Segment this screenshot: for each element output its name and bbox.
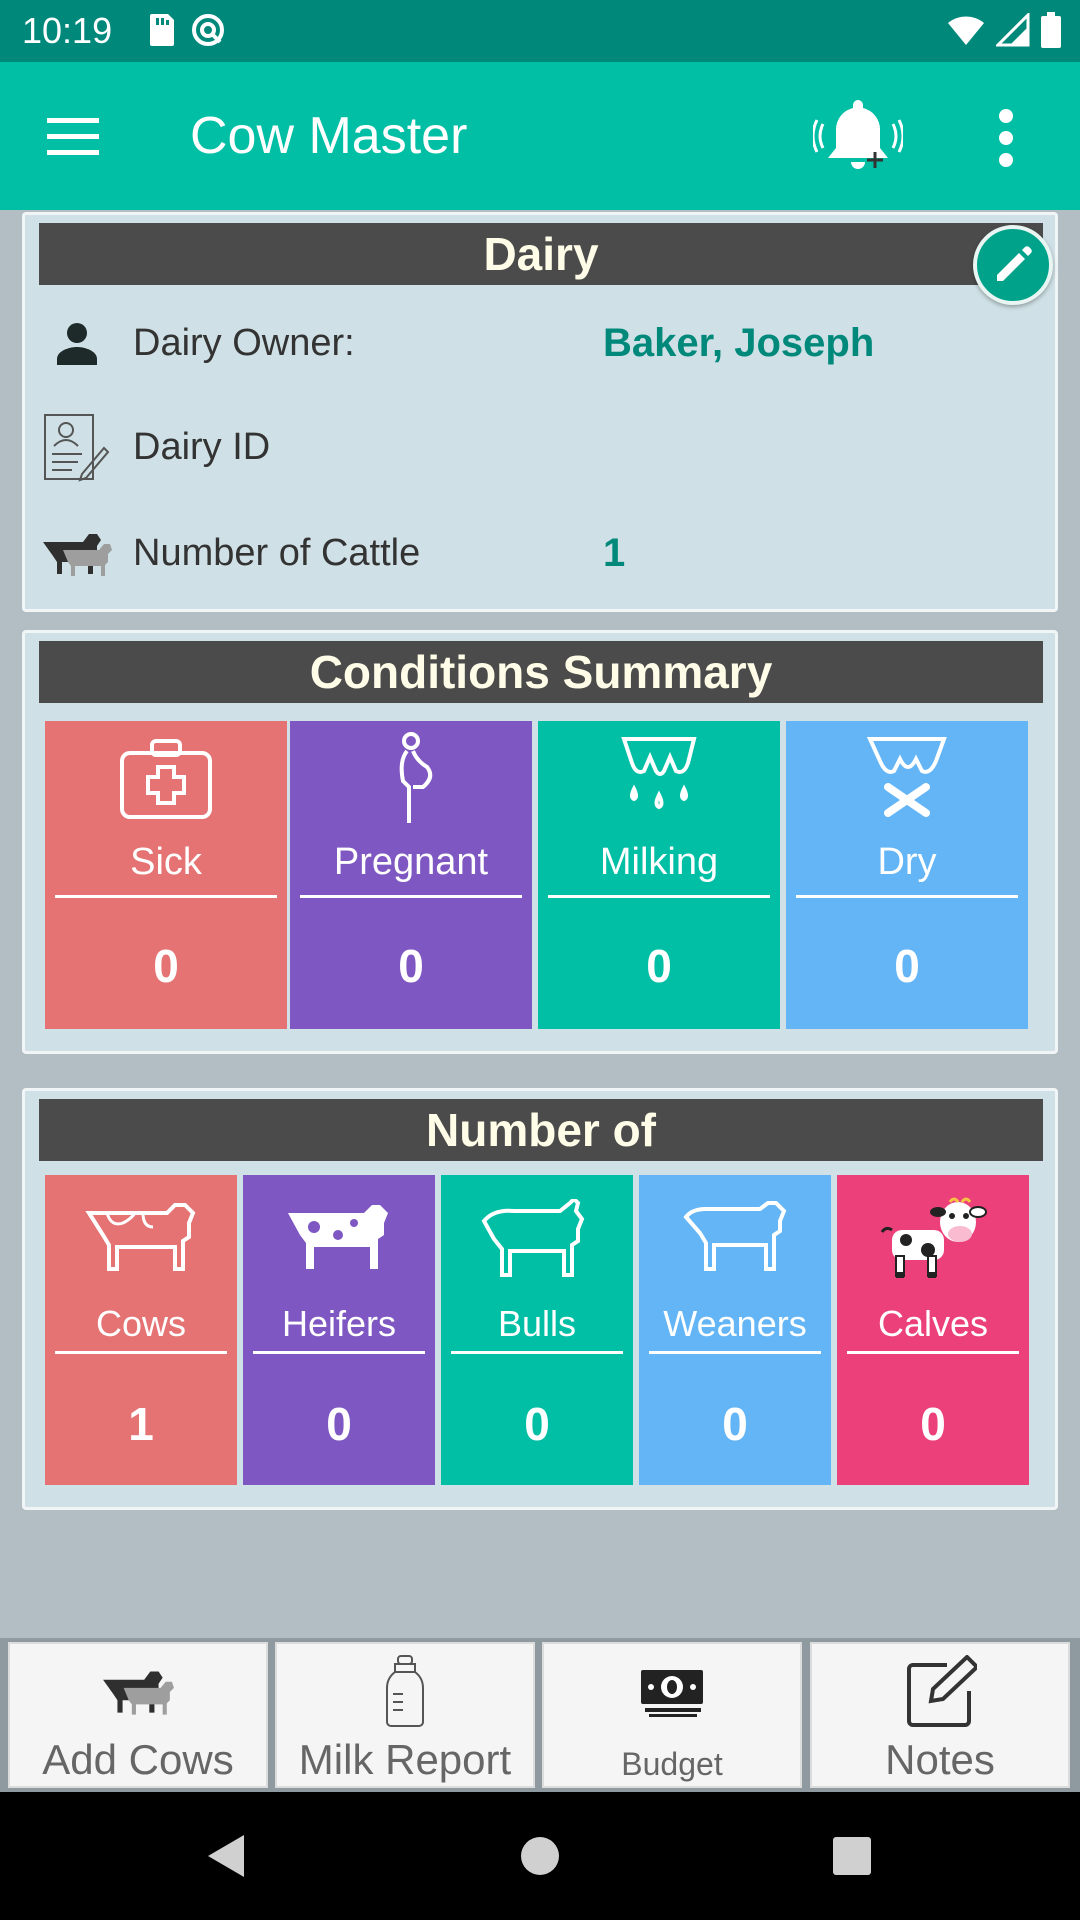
- pregnant-icon: [290, 729, 532, 829]
- money-icon: [544, 1652, 800, 1730]
- count-tile-calves[interactable]: Calves 0: [837, 1175, 1029, 1485]
- sd-card-icon: [146, 12, 176, 53]
- add-reminder-button[interactable]: [808, 92, 908, 182]
- button-label: Budget: [621, 1746, 723, 1782]
- milk-bottle-icon: [277, 1652, 533, 1730]
- hamburger-menu-icon: [47, 118, 99, 155]
- condition-tile-dry[interactable]: Dry 0: [786, 721, 1028, 1029]
- tile-count: 0: [920, 1398, 946, 1450]
- tile-label: Weaners: [663, 1303, 807, 1344]
- cow-icon: [45, 1189, 237, 1289]
- home-circle-icon: [521, 1837, 559, 1875]
- number-of-cattle-label: Number of Cattle: [133, 531, 421, 574]
- budget-button[interactable]: Budget: [542, 1642, 802, 1788]
- notes-button[interactable]: Notes: [810, 1642, 1070, 1788]
- cattle-icon: [39, 515, 115, 591]
- count-tile-weaners[interactable]: Weaners 0: [639, 1175, 831, 1485]
- edit-dairy-button[interactable]: [973, 225, 1053, 305]
- id-document-icon: [39, 409, 115, 485]
- cattle-icon: [10, 1652, 266, 1730]
- status-bar: 10:19: [0, 0, 1080, 62]
- condition-tile-pregnant[interactable]: Pregnant 0: [290, 721, 532, 1029]
- udder-milk-drops-icon: [538, 729, 780, 829]
- app-title: Cow Master: [190, 107, 468, 165]
- milk-report-button[interactable]: Milk Report: [275, 1642, 535, 1788]
- dairy-id-label: Dairy ID: [133, 425, 271, 468]
- edit-note-icon: [812, 1652, 1068, 1730]
- count-tile-cows[interactable]: Cows 1: [45, 1175, 237, 1485]
- tile-count: 0: [894, 940, 920, 992]
- dairy-card: Dairy Dairy Owner: Baker, Joseph Dairy I…: [22, 212, 1058, 612]
- tile-count: 0: [722, 1398, 748, 1450]
- wifi-icon: [946, 13, 986, 52]
- dairy-id-row: Dairy ID: [39, 407, 1039, 487]
- first-aid-kit-icon: [45, 729, 287, 829]
- battery-icon: [1040, 12, 1062, 53]
- number-of-header: Number of: [39, 1099, 1043, 1161]
- tile-label: Dry: [877, 841, 937, 883]
- tile-count: 1: [128, 1398, 154, 1450]
- dairy-owner-value: Baker, Joseph: [603, 320, 875, 365]
- tile-count: 0: [326, 1398, 352, 1450]
- tile-count: 0: [524, 1398, 550, 1450]
- count-tile-bulls[interactable]: Bulls 0: [441, 1175, 633, 1485]
- menu-button[interactable]: [30, 100, 116, 172]
- tile-label: Cows: [95, 1303, 187, 1344]
- calf-icon: [837, 1189, 1029, 1289]
- bull-icon: [441, 1189, 633, 1289]
- app-bar: Cow Master: [0, 62, 1080, 210]
- tile-label: Calves: [877, 1303, 989, 1344]
- sync-icon: [190, 12, 226, 53]
- recents-button[interactable]: [822, 1826, 882, 1886]
- condition-tile-milking[interactable]: Milking 0: [538, 721, 780, 1029]
- bottom-action-bar: Add Cows Milk Report Budget Notes: [0, 1638, 1080, 1792]
- weaner-icon: [639, 1189, 831, 1289]
- conditions-summary-header: Conditions Summary: [39, 641, 1043, 703]
- condition-tile-sick[interactable]: Sick 0: [45, 721, 287, 1029]
- button-label: Add Cows: [42, 1736, 234, 1783]
- pencil-icon: [997, 246, 1032, 281]
- tile-count: 0: [646, 940, 672, 992]
- button-label: Milk Report: [298, 1736, 512, 1783]
- tile-label: Bulls: [497, 1303, 577, 1344]
- add-cows-button[interactable]: Add Cows: [8, 1642, 268, 1788]
- tile-label: Milking: [599, 841, 719, 883]
- udder-crossed-icon: [786, 729, 1028, 829]
- number-of-cattle-value: 1: [603, 530, 626, 575]
- dairy-header: Dairy: [39, 223, 1043, 285]
- number-of-cattle-row: Number of Cattle 1: [39, 513, 1039, 593]
- conditions-summary-card: Conditions Summary Sick 0 Pregnant 0 Mil…: [22, 630, 1058, 1054]
- dairy-owner-label: Dairy Owner:: [133, 321, 355, 364]
- more-options-button[interactable]: [970, 96, 1042, 180]
- person-icon: [39, 305, 115, 381]
- button-label: Notes: [885, 1736, 995, 1783]
- system-navigation-bar: [0, 1792, 1080, 1920]
- tile-count: 0: [398, 940, 424, 992]
- home-button[interactable]: [510, 1826, 570, 1886]
- tile-count: 0: [153, 940, 179, 992]
- bell-add-icon: [813, 100, 903, 169]
- tile-label: Heifers: [281, 1303, 397, 1344]
- tile-label: Pregnant: [333, 841, 489, 883]
- back-triangle-icon: [208, 1835, 244, 1877]
- recents-square-icon: [833, 1837, 871, 1875]
- signal-icon: [994, 11, 1030, 52]
- more-vertical-icon: [999, 109, 1013, 167]
- tile-label: Sick: [130, 841, 202, 883]
- dairy-owner-row: Dairy Owner: Baker, Joseph: [39, 303, 1039, 383]
- back-button[interactable]: [196, 1826, 256, 1886]
- count-tile-heifers[interactable]: Heifers 0: [243, 1175, 435, 1485]
- heifer-icon: [243, 1189, 435, 1289]
- number-of-card: Number of Cows 1 Heifers 0 Bulls 0 Weane…: [22, 1088, 1058, 1510]
- status-time: 10:19: [22, 10, 113, 51]
